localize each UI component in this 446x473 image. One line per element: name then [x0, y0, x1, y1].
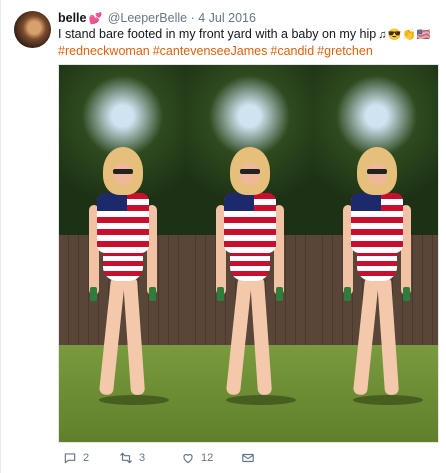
tweet-text: I stand bare footed in my front yard wit… — [58, 26, 438, 59]
tweet-date[interactable]: 4 Jul 2016 — [198, 11, 256, 25]
photo-panel — [59, 65, 186, 442]
heart-emoji-icon: 💕 — [88, 13, 103, 25]
emoji-strip: ♫😎👏🇺🇸 — [378, 29, 432, 41]
hashtag-link[interactable]: #redneckwoman — [58, 44, 150, 58]
reply-count: 2 — [83, 452, 90, 464]
tweet-header: belle 💕 @LeeperBelle · 4 Jul 2016 — [58, 11, 256, 25]
tweet-photo[interactable] — [58, 64, 439, 443]
person-figure — [343, 147, 423, 407]
person-figure — [216, 147, 296, 407]
separator-dot: · — [190, 11, 195, 25]
tweet-actions: 2 3 12 — [63, 451, 363, 469]
hashtag-link[interactable]: #gretchen — [317, 44, 373, 58]
photo-panel — [313, 65, 438, 442]
person-figure — [89, 147, 169, 407]
hashtag-link[interactable]: #cantevenseeJames — [153, 44, 268, 58]
like-count: 12 — [201, 452, 214, 464]
tweet-card[interactable]: belle 💕 @LeeperBelle · 4 Jul 2016 I stand… — [0, 0, 446, 473]
like-icon — [183, 454, 193, 464]
tweet-text-body: I stand bare footed in my front yard wit… — [58, 27, 377, 41]
retweet-count: 3 — [139, 452, 146, 464]
avatar[interactable] — [14, 11, 51, 48]
reply-button[interactable]: 2 — [63, 451, 89, 465]
photo-panel — [186, 65, 313, 442]
message-button[interactable] — [241, 451, 255, 465]
message-icon — [242, 453, 254, 463]
hashtag-list: #redneckwoman #cantevenseeJames #candid #gr… — [58, 44, 376, 58]
user-name[interactable]: belle — [58, 11, 87, 25]
hashtag-link[interactable]: #candid — [270, 44, 314, 58]
retweet-icon — [120, 452, 132, 464]
like-button[interactable]: 12 — [181, 451, 213, 465]
reply-icon — [64, 453, 76, 464]
retweet-button[interactable]: 3 — [119, 451, 145, 465]
user-handle[interactable]: @LeeperBelle — [108, 11, 187, 25]
